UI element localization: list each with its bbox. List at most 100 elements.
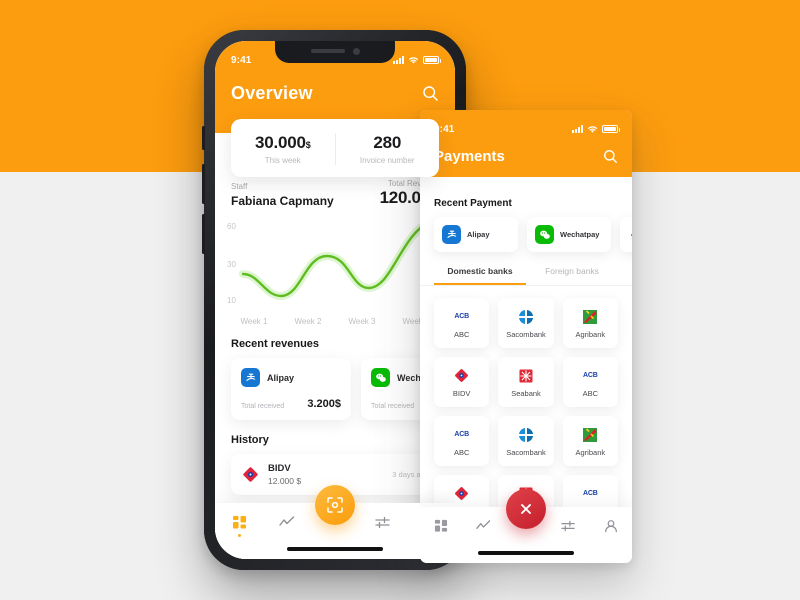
- bank-card[interactable]: ACB ABC: [562, 357, 618, 407]
- bidv-icon: [453, 485, 471, 503]
- overview-bottom-navigation: [215, 485, 455, 559]
- search-icon[interactable]: [422, 85, 439, 102]
- qr-scan-icon: [327, 497, 343, 513]
- nav-item-settings[interactable]: [547, 519, 589, 533]
- kpi-this-week[interactable]: 30.000$ This week: [231, 133, 335, 165]
- kpi-label: Invoice number: [359, 156, 415, 165]
- kpi-invoice-number[interactable]: 280 Invoice number: [334, 133, 440, 165]
- history-amount: 12.000 $: [268, 476, 302, 486]
- nav-item-analytics[interactable]: [263, 515, 311, 530]
- tab-foreign-banks[interactable]: Foreign banks: [526, 266, 618, 285]
- overview-screen: 9:41 Overview Staff Fabiana Capmany Tota…: [215, 41, 455, 559]
- revenue-name: Alipay: [267, 372, 295, 383]
- bank-name: ABC: [582, 388, 599, 398]
- bank-card[interactable]: Seabank: [498, 357, 554, 407]
- bank-card[interactable]: Agribank: [562, 416, 618, 466]
- recent-payment-name: Wechatpay: [560, 230, 600, 239]
- acb-icon: ACB: [583, 490, 598, 497]
- signal-bars-icon: [572, 125, 583, 133]
- kpi-currency: $: [305, 140, 311, 150]
- close-fab-button[interactable]: [506, 489, 546, 529]
- scan-fab-button[interactable]: [315, 485, 355, 525]
- x-tick-week3: Week 3: [348, 317, 376, 326]
- agribank-icon: [581, 426, 599, 444]
- bank-card[interactable]: Sacombank: [498, 298, 554, 348]
- kpi-value: 30.000: [254, 133, 306, 152]
- kpi-value: 280: [373, 133, 402, 152]
- payments-page-title: Payments: [434, 148, 505, 165]
- close-x-icon: [521, 504, 531, 514]
- trend-chart-icon: [476, 520, 491, 529]
- bidv-icon: [241, 465, 260, 484]
- device-volume-down-button: [202, 214, 205, 254]
- alipay-icon: [241, 368, 260, 387]
- bank-card[interactable]: ACB ABC: [434, 416, 490, 466]
- bank-card[interactable]: BIDV: [434, 357, 490, 407]
- bank-name: Agribank: [575, 447, 606, 457]
- payments-bottom-navigation: [420, 489, 632, 563]
- home-indicator: [287, 547, 383, 551]
- bank-card[interactable]: ACB ABC: [434, 298, 490, 348]
- wechat-icon: [371, 368, 390, 387]
- grid-icon: [435, 519, 448, 532]
- recent-payment-wechatpay[interactable]: Wechatpay: [527, 217, 611, 252]
- history-title: History: [231, 434, 269, 446]
- acb-icon: ACB: [454, 313, 469, 320]
- bank-card[interactable]: Agribank: [562, 298, 618, 348]
- bank-name: ABC: [453, 329, 470, 339]
- signal-bars-icon: [393, 56, 404, 64]
- revenue-card-alipay[interactable]: Alipay Total received 3.200$: [231, 358, 351, 420]
- x-tick-week2: Week 2: [294, 317, 322, 326]
- page-title: Overview: [231, 83, 313, 103]
- earpiece-speaker: [311, 49, 345, 53]
- bank-name: ABC: [453, 447, 470, 457]
- nav-item-profile[interactable]: [590, 519, 632, 533]
- agribank-icon: [581, 308, 599, 326]
- bank-name: Seabank: [511, 388, 541, 398]
- trend-chart-icon: [279, 516, 295, 526]
- person-icon: [604, 520, 617, 533]
- battery-icon: [423, 56, 441, 64]
- payments-screen: 9:41 Payments Recent Payment Alipay Wech…: [420, 110, 632, 563]
- grid-icon: [232, 516, 246, 529]
- bank-name: Sacombank: [506, 329, 546, 339]
- search-icon[interactable]: [603, 149, 618, 164]
- nav-active-dot: [237, 534, 241, 537]
- nav-item-dashboard[interactable]: [215, 515, 263, 537]
- sliders-icon: [375, 516, 390, 529]
- status-bar-time: 9:41: [231, 54, 252, 66]
- kpi-summary-card: 30.000$ This week 280 Invoice number: [231, 119, 439, 177]
- recent-payment-alipay[interactable]: Alipay: [434, 217, 518, 252]
- nav-item-settings[interactable]: [359, 515, 407, 530]
- revenue-total-label: Total received: [371, 403, 415, 410]
- nav-item-dashboard[interactable]: [420, 519, 462, 533]
- bank-name: Sacombank: [506, 447, 546, 457]
- bank-name: BIDV: [452, 388, 471, 398]
- x-tick-week1: Week 1: [240, 317, 268, 326]
- front-camera: [353, 48, 360, 55]
- chart-line-path: [239, 218, 433, 301]
- wechat-icon: [535, 225, 554, 244]
- alipay-icon: [442, 225, 461, 244]
- kpi-label: This week: [264, 156, 301, 165]
- home-indicator: [478, 551, 574, 555]
- staff-name: Fabiana Capmany: [231, 194, 334, 208]
- revenue-line-chart: 60 30 10 Week 1 Week 2 Week 3 Week 4: [215, 216, 455, 326]
- acb-icon: ACB: [454, 431, 469, 438]
- tab-domestic-banks[interactable]: Domestic banks: [434, 266, 526, 285]
- sliders-icon: [561, 520, 575, 532]
- revenue-total-label: Total received: [241, 403, 285, 410]
- wifi-icon: [588, 125, 597, 133]
- recent-payment-wiretransfer[interactable]: Wiretransfer: [620, 217, 632, 252]
- payments-status-bar: 9:41: [434, 110, 620, 140]
- recent-payment-title: Recent Payment: [434, 198, 512, 209]
- history-bank-name: BIDV: [268, 463, 291, 474]
- recent-payment-name: Alipay: [467, 230, 490, 239]
- recent-revenues-list: Alipay Total received 3.200$ Wechatpa: [215, 358, 455, 420]
- payments-header: 9:41 Payments: [420, 110, 632, 177]
- seabank-icon: [517, 367, 535, 385]
- bank-category-tabs: Domestic banks Foreign banks: [420, 266, 632, 286]
- bidv-icon: [453, 367, 471, 385]
- bank-card[interactable]: Sacombank: [498, 416, 554, 466]
- nav-item-analytics[interactable]: [462, 519, 504, 533]
